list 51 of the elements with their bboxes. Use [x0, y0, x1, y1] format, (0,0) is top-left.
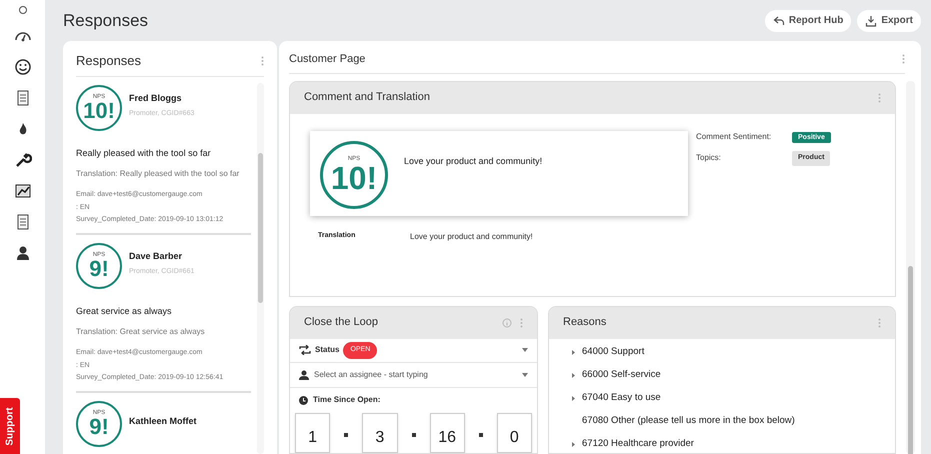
translation-text: Translation: Really pleased with the tool so far [76, 168, 240, 180]
clock-icon [299, 396, 308, 404]
time-box: 1 [295, 413, 330, 453]
caret-icon [522, 373, 528, 378]
wrench-icon [14, 151, 32, 169]
placeholder-text: Select an assignee - start typing [314, 369, 429, 382]
export-button[interactable]: Export [857, 10, 921, 32]
translation-text: Love your product and community! [410, 230, 533, 242]
panel-title: Responses [76, 52, 142, 70]
caret-icon [522, 348, 528, 352]
chart-icon [14, 182, 32, 200]
export-icon [865, 14, 878, 26]
comment-text: Really pleased with the tool so far [76, 146, 212, 160]
repeat-icon [299, 345, 311, 356]
reason-item[interactable]: 64000 Support [582, 344, 644, 360]
respondent-name: Kathleen Moffet [129, 414, 196, 428]
reason-item[interactable]: 67040 Easy to use [582, 390, 661, 406]
user-icon [299, 370, 309, 380]
time-box: 16 [430, 413, 465, 453]
status-label: Status [315, 344, 340, 356]
scrollbar[interactable] [906, 80, 915, 454]
panel-title: Close the Loop [304, 315, 378, 330]
panel-title: Customer Page [289, 52, 366, 67]
reply-icon [772, 14, 785, 26]
time-box: 0 [496, 413, 532, 453]
panel-title: Reasons [563, 315, 606, 330]
comment-text: Love your product and community! [404, 154, 542, 168]
panel-title: Comment and Translation [304, 90, 430, 106]
respondent-name: Dave Barber [129, 250, 184, 263]
assignee-dropdown[interactable]: Select an assignee - start typing [290, 363, 537, 388]
reason-item[interactable]: 67120 Healthcare provider [582, 436, 694, 452]
page-title: Responses [63, 10, 150, 32]
time-box: 3 [362, 413, 398, 453]
more-icon [261, 56, 264, 66]
info-icon [502, 318, 512, 328]
more-icon [520, 318, 523, 328]
topics-label: Topics: [696, 152, 722, 164]
reason-item[interactable]: 67080 Other (please tell us more in the box below) [582, 414, 795, 428]
reason-item[interactable]: 66000 Self-service [582, 368, 661, 382]
smiley-icon [14, 58, 32, 76]
more-icon [878, 318, 881, 328]
report-hub-button[interactable]: Report Hub [764, 10, 852, 32]
translation-text: Translation: Great service as always [76, 326, 206, 338]
scrollbar[interactable] [257, 82, 264, 454]
more-icon [902, 54, 905, 64]
comment-text: Great service as always [76, 304, 173, 318]
time-label: Time Since Open: [313, 394, 380, 406]
support-tab[interactable]: Support [0, 398, 20, 454]
respondent-name: Fred Bloggs [129, 92, 183, 105]
more-icon [878, 92, 881, 102]
sentiment-label: Comment Sentiment: [696, 130, 772, 143]
